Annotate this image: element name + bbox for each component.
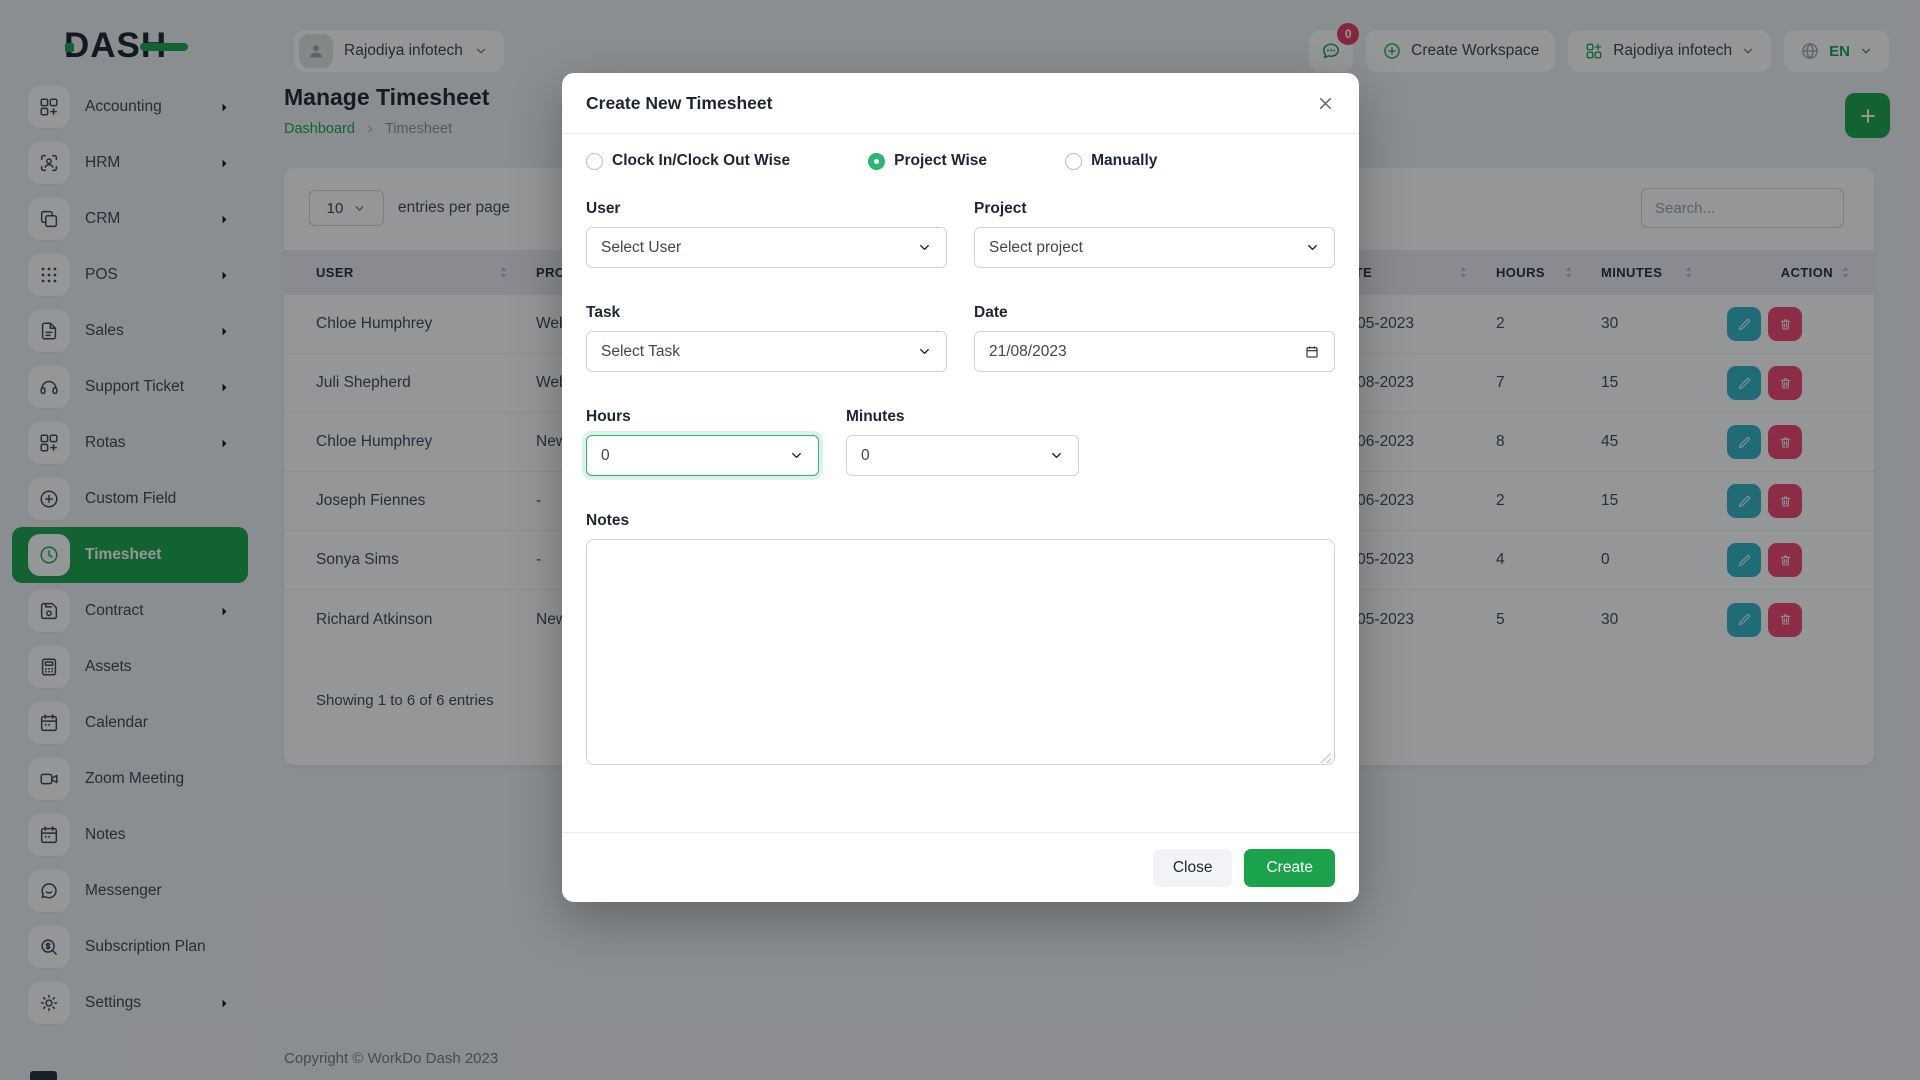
task-select[interactable]: Select Task [586,331,947,372]
hours-label: Hours [586,408,819,426]
radio-circle-icon [1065,153,1082,170]
radio-label: Manually [1091,152,1157,170]
close-button[interactable]: Close [1153,849,1233,887]
modal-body: Clock In/Clock Out Wise Project Wise Manua… [562,134,1359,770]
modal-title: Create New Timesheet [586,93,772,114]
minutes-field: Minutes 0 [846,408,1079,476]
user-select[interactable]: Select User [586,227,947,268]
radio-manually[interactable]: Manually [1065,152,1157,170]
radio-label: Project Wise [894,152,987,170]
chevron-down-icon [917,344,932,359]
date-input-value: 21/08/2023 [989,343,1067,361]
minutes-select-value: 0 [861,447,870,465]
date-label: Date [974,304,1335,322]
timesheet-type-radio-group: Clock In/Clock Out Wise Project Wise Manua… [586,152,1335,170]
project-label: Project [974,200,1335,218]
create-timesheet-modal: Create New Timesheet Clock In/Clock Out … [562,73,1359,902]
date-field: Date 21/08/2023 [974,304,1335,372]
close-icon[interactable] [1316,94,1335,113]
user-select-value: Select User [601,239,681,257]
project-select[interactable]: Select project [974,227,1335,268]
notes-textarea[interactable] [586,539,1335,765]
chevron-down-icon [917,240,932,255]
minutes-label: Minutes [846,408,1079,426]
radio-project-wise[interactable]: Project Wise [868,152,987,170]
calendar-icon [1304,344,1320,360]
project-field: Project Select project [974,200,1335,268]
project-select-value: Select project [989,239,1083,257]
hours-select[interactable]: 0 [586,435,819,476]
hours-select-value: 0 [601,447,610,465]
date-input[interactable]: 21/08/2023 [974,331,1335,372]
notes-label: Notes [586,512,1335,530]
hours-field: Hours 0 [586,408,819,476]
modal-footer: Close Create [562,832,1359,902]
user-label: User [586,200,947,218]
task-field: Task Select Task [586,304,947,372]
modal-header: Create New Timesheet [562,73,1359,134]
app-root: DASH AccountingHRMCRMPOSSalesSupport Tic… [0,0,1920,1080]
chevron-down-icon [789,448,804,463]
chevron-down-icon [1049,448,1064,463]
notes-field: Notes [586,512,1335,770]
radio-clock-in-clock-out-wise[interactable]: Clock In/Clock Out Wise [586,152,790,170]
chevron-down-icon [1305,240,1320,255]
radio-circle-icon [868,153,885,170]
user-field: User Select User [586,200,947,268]
task-select-value: Select Task [601,343,680,361]
radio-circle-icon [586,153,603,170]
task-label: Task [586,304,947,322]
radio-label: Clock In/Clock Out Wise [612,152,790,170]
create-button[interactable]: Create [1244,849,1335,887]
minutes-select[interactable]: 0 [846,435,1079,476]
